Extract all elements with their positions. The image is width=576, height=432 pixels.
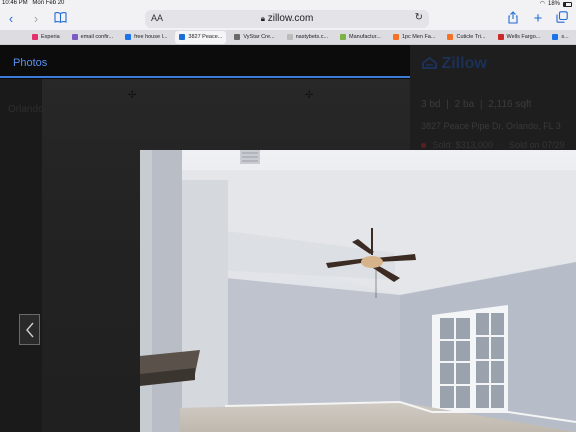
listing-address[interactable]: 3827 Peace Pipe Dr, Orlando, FL 3 bbox=[421, 121, 561, 131]
city-text: Orlando bbox=[8, 104, 44, 115]
url-display[interactable]: 🔒︎ zillow.com bbox=[145, 13, 429, 24]
tab-label: email confir... bbox=[80, 34, 114, 40]
wifi-icon: ◠ bbox=[539, 1, 545, 7]
tab-label: Experia bbox=[41, 34, 60, 40]
baths: 2 ba bbox=[454, 99, 475, 110]
url-text: zillow.com bbox=[267, 13, 314, 24]
sold-dot-icon bbox=[421, 143, 426, 148]
tab-label: nastybets.c... bbox=[295, 34, 329, 40]
tab-label: Wells Fargo... bbox=[506, 34, 541, 40]
tab-favicon-icon bbox=[340, 34, 347, 40]
previous-photo-button[interactable] bbox=[19, 314, 40, 345]
status-time-date: 10:46 PM Mon Feb 20 bbox=[2, 0, 64, 6]
forward-icon[interactable]: › bbox=[28, 11, 44, 27]
tab-favicon-icon bbox=[234, 34, 241, 40]
tab-favicon-icon bbox=[179, 34, 186, 40]
background-fan-icon: ✢ bbox=[305, 90, 314, 101]
tab-favicon-icon bbox=[552, 34, 559, 40]
back-icon[interactable]: ‹ bbox=[3, 11, 19, 27]
new-tab-icon[interactable]: + bbox=[530, 11, 546, 27]
browser-tab[interactable]: s... bbox=[548, 31, 572, 44]
tab-label: VyStar Cre... bbox=[243, 34, 275, 40]
tab-favicon-icon bbox=[447, 34, 454, 40]
share-icon[interactable] bbox=[505, 11, 521, 27]
sold-price: Sold: $313,000 bbox=[432, 140, 494, 150]
tab-label: s... bbox=[561, 34, 569, 40]
living-room-photo bbox=[140, 150, 576, 432]
zillow-house-icon bbox=[422, 56, 437, 69]
browser-tab[interactable]: Manufactur... bbox=[336, 31, 385, 44]
background-photo-left bbox=[0, 79, 42, 432]
tab-bar: Experia email confir... free house l... 382… bbox=[0, 30, 576, 45]
browser-tab[interactable]: free house l... bbox=[121, 31, 171, 44]
tab-favicon-icon bbox=[125, 34, 132, 40]
brand-name: Zillow bbox=[441, 55, 487, 72]
browser-toolbar: ‹ › AA 🔒︎ zillow.com ↻ + bbox=[0, 8, 576, 30]
status-date: Mon Feb 20 bbox=[32, 0, 65, 6]
browser-tab[interactable]: Wells Fargo... bbox=[494, 31, 545, 44]
browser-tab[interactable]: email confir... bbox=[68, 31, 117, 44]
browser-tab[interactable]: 3827 Peace... bbox=[175, 30, 227, 44]
bookmarks-icon[interactable] bbox=[52, 11, 68, 27]
status-bar: 10:46 PM Mon Feb 20 ◠ 18% bbox=[0, 0, 576, 8]
battery-percent: 18% bbox=[547, 0, 560, 7]
background-fan-icon: ✢ bbox=[128, 90, 137, 101]
tab-label: Manufactur... bbox=[349, 34, 381, 40]
sold-date: Sold on 07/29 bbox=[509, 140, 565, 150]
browser-tab[interactable]: nastybets.c... bbox=[283, 31, 332, 44]
tab-label: free house l... bbox=[134, 34, 168, 40]
status-indicators: ◠ 18% bbox=[540, 0, 572, 7]
browser-tab[interactable]: Cuticle Tri... bbox=[443, 31, 489, 44]
chevron-left-icon bbox=[26, 322, 34, 338]
gallery-header: Photos bbox=[0, 45, 410, 79]
zillow-logo: Zillow bbox=[422, 55, 487, 73]
tab-favicon-icon bbox=[286, 34, 293, 40]
tab-label: Cuticle Tri... bbox=[456, 34, 486, 40]
listing-specs: 3 bd | 2 ba | 2,116 sqft bbox=[421, 99, 532, 110]
sqft: 2,116 sqft bbox=[488, 99, 532, 110]
browser-tab[interactable]: Experia bbox=[28, 31, 64, 44]
address-bar[interactable]: AA 🔒︎ zillow.com ↻ bbox=[145, 10, 429, 28]
reload-icon[interactable]: ↻ bbox=[415, 12, 423, 23]
tab-label: 1pc Men Fa... bbox=[401, 34, 436, 40]
tab-favicon-icon bbox=[32, 34, 38, 40]
tab-label: 3827 Peace... bbox=[188, 34, 223, 40]
battery-icon bbox=[563, 1, 572, 7]
tab-photos[interactable]: Photos bbox=[13, 57, 47, 69]
tab-favicon-icon bbox=[71, 34, 78, 40]
tabs-icon[interactable] bbox=[554, 11, 570, 27]
tab-favicon-icon bbox=[392, 34, 399, 40]
lock-icon: 🔒︎ bbox=[260, 14, 265, 23]
sold-status: Sold: $313,000 · Sold on 07/29 bbox=[421, 140, 565, 150]
zillow-page: ✢ ✢ Orlando Photos Zillow 3 bd | 2 ba | … bbox=[0, 45, 576, 432]
status-time: 10:46 PM bbox=[2, 0, 28, 6]
tab-favicon-icon bbox=[497, 34, 504, 40]
listing-photo[interactable] bbox=[140, 150, 576, 432]
browser-tab[interactable]: 1pc Men Fa... bbox=[389, 31, 440, 44]
browser-tab[interactable]: VyStar Cre... bbox=[230, 31, 278, 44]
beds: 3 bd bbox=[421, 99, 441, 110]
